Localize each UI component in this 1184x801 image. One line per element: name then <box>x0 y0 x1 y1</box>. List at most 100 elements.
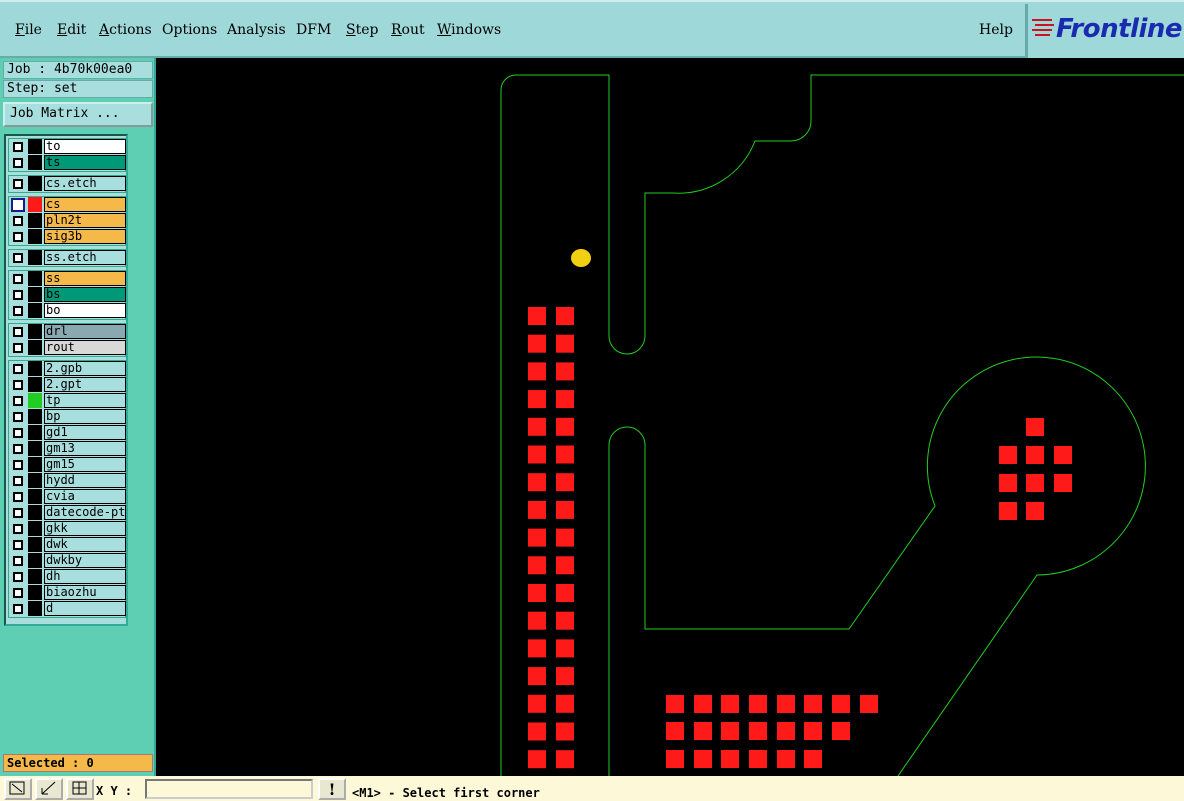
pad[interactable] <box>1026 418 1044 436</box>
layer-name[interactable]: drl <box>44 324 126 339</box>
warning-button[interactable]: ! <box>318 778 346 800</box>
layer-row[interactable]: d <box>9 601 126 617</box>
pad[interactable] <box>528 445 546 464</box>
pad[interactable] <box>860 695 878 713</box>
layer-checkbox[interactable] <box>13 508 23 518</box>
layer-color-swatch[interactable] <box>28 250 42 265</box>
layer-name[interactable]: rout <box>44 340 126 355</box>
layer-row[interactable]: dh <box>9 569 126 585</box>
layer-row[interactable]: to <box>9 139 126 155</box>
menu-help[interactable]: Help <box>979 22 1013 38</box>
layer-row[interactable]: drl <box>9 324 126 340</box>
layer-name[interactable]: dwkby <box>44 553 126 568</box>
pad[interactable] <box>694 750 712 768</box>
layer-name[interactable]: gm13 <box>44 441 126 456</box>
layer-color-swatch[interactable] <box>28 425 42 440</box>
layer-color-swatch[interactable] <box>28 229 42 244</box>
layer-checkbox[interactable] <box>11 198 25 212</box>
pad[interactable] <box>528 694 546 713</box>
pad[interactable] <box>556 334 574 353</box>
pad[interactable] <box>999 446 1017 464</box>
layer-checkbox[interactable] <box>13 343 23 353</box>
layer-name[interactable]: cs.etch <box>44 176 126 191</box>
layer-color-swatch[interactable] <box>28 505 42 520</box>
menu-dfm[interactable]: DFM <box>296 22 331 38</box>
layer-color-swatch[interactable] <box>28 155 42 170</box>
pad[interactable] <box>749 722 767 740</box>
pad[interactable] <box>556 639 574 658</box>
menu-analysis[interactable]: Analysis <box>227 22 286 38</box>
pad[interactable] <box>528 334 546 353</box>
pad[interactable] <box>777 722 795 740</box>
layer-checkbox[interactable] <box>13 274 23 284</box>
menu-options[interactable]: Options <box>162 22 217 38</box>
layer-name[interactable]: tp <box>44 393 126 408</box>
layer-name[interactable]: sig3b <box>44 229 126 244</box>
layer-color-swatch[interactable] <box>28 393 42 408</box>
pad[interactable] <box>556 750 574 769</box>
pad[interactable] <box>749 695 767 713</box>
layer-checkbox[interactable] <box>13 572 23 582</box>
pad[interactable] <box>528 417 546 436</box>
layer-checkbox[interactable] <box>13 290 23 300</box>
layer-name[interactable]: cvia <box>44 489 126 504</box>
pad[interactable] <box>528 722 546 741</box>
layer-checkbox[interactable] <box>13 216 23 226</box>
pad[interactable] <box>777 750 795 768</box>
layer-color-swatch[interactable] <box>28 553 42 568</box>
layer-color-swatch[interactable] <box>28 176 42 191</box>
layer-color-swatch[interactable] <box>28 377 42 392</box>
layer-color-swatch[interactable] <box>28 537 42 552</box>
layer-color-swatch[interactable] <box>28 457 42 472</box>
layer-name[interactable]: datecode-ptd <box>44 505 126 520</box>
layer-name[interactable]: 2.gpt <box>44 377 126 392</box>
pad[interactable] <box>721 695 739 713</box>
menu-windows[interactable]: Windows <box>437 22 501 38</box>
measure-button[interactable] <box>35 778 63 800</box>
layer-name[interactable]: dwk <box>44 537 126 552</box>
layer-checkbox[interactable] <box>13 492 23 502</box>
pad[interactable] <box>694 722 712 740</box>
layer-name[interactable]: gkk <box>44 521 126 536</box>
layer-checkbox[interactable] <box>13 364 23 374</box>
layer-color-swatch[interactable] <box>28 585 42 600</box>
layer-row[interactable]: gm13 <box>9 441 126 457</box>
pad[interactable] <box>666 750 684 768</box>
layer-name[interactable]: bp <box>44 409 126 424</box>
job-matrix-button[interactable]: Job Matrix ... <box>3 102 153 127</box>
layer-color-swatch[interactable] <box>28 213 42 228</box>
layer-row[interactable]: rout <box>9 340 126 356</box>
layer-row[interactable]: ss <box>9 271 126 287</box>
layer-row[interactable]: dwk <box>9 537 126 553</box>
pad[interactable] <box>556 307 574 325</box>
pad[interactable] <box>694 695 712 713</box>
layer-name[interactable]: ts <box>44 155 126 170</box>
layer-row[interactable]: gm15 <box>9 457 126 473</box>
layer-checkbox[interactable] <box>13 412 23 422</box>
layer-name[interactable]: ss.etch <box>44 250 126 265</box>
pad[interactable] <box>804 695 822 713</box>
pad[interactable] <box>528 390 546 409</box>
layer-checkbox[interactable] <box>13 327 23 337</box>
layer-color-swatch[interactable] <box>28 287 42 302</box>
layer-checkbox[interactable] <box>13 158 23 168</box>
layer-checkbox[interactable] <box>13 179 23 189</box>
layer-color-swatch[interactable] <box>28 361 42 376</box>
pad[interactable] <box>721 750 739 768</box>
pad[interactable] <box>528 667 546 686</box>
layer-name[interactable]: pln2t <box>44 213 126 228</box>
pad[interactable] <box>1054 474 1072 492</box>
layer-checkbox[interactable] <box>13 588 23 598</box>
layer-name[interactable]: 2.gpb <box>44 361 126 376</box>
layer-color-swatch[interactable] <box>28 489 42 504</box>
layer-name[interactable]: bs <box>44 287 126 302</box>
graphic-canvas[interactable] <box>158 58 1184 777</box>
layer-checkbox[interactable] <box>13 306 23 316</box>
layer-row[interactable]: cs <box>9 197 126 213</box>
fiducial-marker[interactable] <box>571 249 591 267</box>
pad[interactable] <box>528 556 546 575</box>
layer-checkbox[interactable] <box>13 428 23 438</box>
layer-row[interactable]: gkk <box>9 521 126 537</box>
pad[interactable] <box>528 584 546 602</box>
pad[interactable] <box>804 750 822 768</box>
